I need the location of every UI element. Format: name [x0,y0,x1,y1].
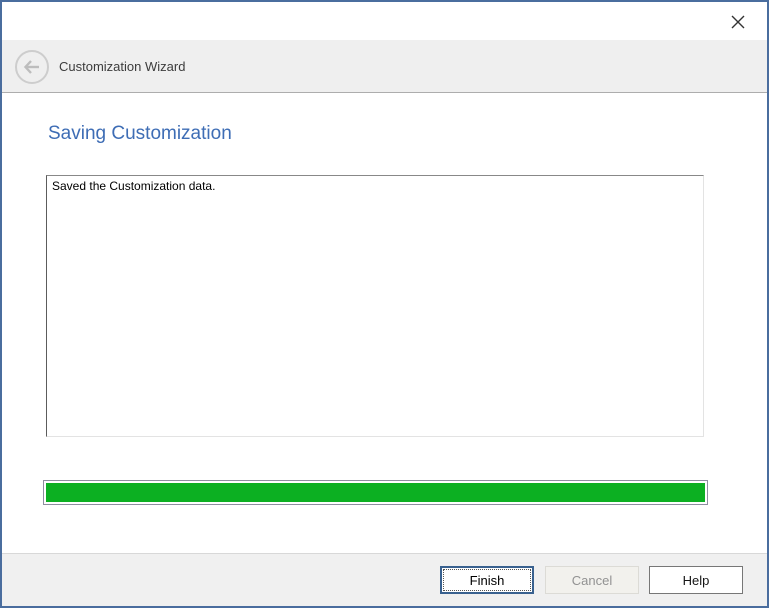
log-line: Saved the Customization data. [52,179,215,193]
back-button[interactable] [14,49,50,85]
close-icon [730,14,746,30]
close-button[interactable] [723,7,753,37]
help-button[interactable]: Help [649,566,743,594]
progress-bar [43,480,708,505]
progress-fill [46,483,705,502]
cancel-button[interactable]: Cancel [545,566,639,594]
wizard-window: Customization Wizard Saving Customizatio… [0,0,769,608]
back-arrow-icon [14,49,50,85]
titlebar [2,2,767,40]
finish-button[interactable]: Finish [440,566,534,594]
page-title: Saving Customization [48,123,232,145]
footer: Finish Cancel Help [2,553,767,606]
wizard-title: Customization Wizard [59,40,185,92]
wizard-header: Customization Wizard [2,40,767,93]
status-log[interactable]: Saved the Customization data. [46,175,704,437]
